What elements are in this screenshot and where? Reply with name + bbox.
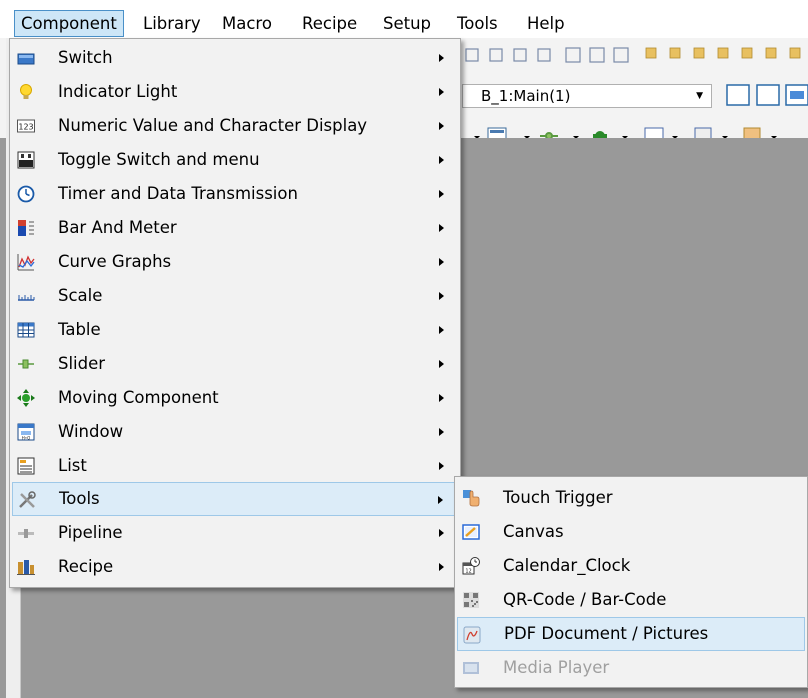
submenu-arrow-icon (439, 563, 444, 571)
touch-hand-icon (463, 490, 480, 507)
numeric-123-icon: 123 (17, 119, 35, 133)
canvas-icon (462, 524, 480, 540)
table-icon (17, 322, 35, 338)
svg-text:H•O: H•O (22, 436, 31, 441)
calendar-clock-icon: 12 (462, 557, 480, 575)
submenu-arrow-icon (439, 122, 444, 130)
menu-item-switch[interactable]: Switch (12, 42, 458, 74)
submenu-arrow-icon (439, 54, 444, 62)
submenu-arrow-icon (439, 462, 444, 470)
media-player-icon (463, 662, 479, 674)
chevron-down-icon[interactable]: ▼ (696, 85, 703, 107)
move-arrows-icon (17, 389, 35, 407)
menu-help[interactable]: Help (521, 10, 571, 37)
slider-icon (18, 359, 34, 369)
submenu-arrow-icon (439, 529, 444, 537)
menu-tools[interactable]: Tools (451, 10, 504, 37)
list-icon (17, 457, 35, 475)
submenu-arrow-icon (439, 190, 444, 198)
menu-item-recipe[interactable]: Recipe (12, 551, 458, 583)
menu-library[interactable]: Library (137, 10, 207, 37)
window-icon: H•O (17, 423, 35, 441)
menu-item-list[interactable]: List (12, 450, 458, 482)
qr-code-icon (463, 592, 479, 608)
menu-component[interactable]: Component (14, 10, 124, 37)
submenu-arrow-icon (438, 496, 443, 504)
menu-item-moving-component[interactable]: Moving Component (12, 382, 458, 414)
submenu-arrow-icon (439, 326, 444, 334)
submenu-item-calendar-clock[interactable]: 12 Calendar_Clock (457, 550, 805, 582)
submenu-arrow-icon (439, 292, 444, 300)
menu-item-table[interactable]: Table (12, 314, 458, 346)
submenu-item-canvas[interactable]: Canvas (457, 516, 805, 548)
switch-icon (17, 53, 35, 65)
curve-graph-icon (17, 254, 35, 271)
pipeline-icon (18, 529, 34, 538)
menu-item-bar-meter[interactable]: Bar And Meter (12, 212, 458, 244)
svg-text:12: 12 (465, 569, 471, 575)
bar-meter-icon (18, 220, 34, 236)
scale-icon (18, 295, 35, 301)
menu-item-numeric-display[interactable]: 123 Numeric Value and Character Display (12, 110, 458, 142)
tools-icon (19, 491, 36, 508)
pdf-document-icon (463, 626, 481, 644)
menu-item-tools[interactable]: Tools (12, 482, 458, 516)
svg-text:123: 123 (18, 123, 33, 132)
menu-recipe[interactable]: Recipe (296, 10, 363, 37)
menu-bar: Component Library Macro Recipe Setup Too… (0, 0, 808, 38)
lightbulb-icon (20, 84, 32, 99)
menu-item-scale[interactable]: Scale (12, 280, 458, 312)
menu-macro[interactable]: Macro (216, 10, 278, 37)
submenu-arrow-icon (439, 258, 444, 266)
toggle-switch-icon (17, 151, 35, 169)
menu-item-timer[interactable]: Timer and Data Transmission (12, 178, 458, 210)
menu-item-window[interactable]: H•O Window (12, 416, 458, 448)
submenu-arrow-icon (439, 88, 444, 96)
recipe-icon (17, 560, 35, 575)
menu-item-indicator-light[interactable]: Indicator Light (12, 76, 458, 108)
menu-item-slider[interactable]: Slider (12, 348, 458, 380)
submenu-item-media-player[interactable]: Media Player (457, 652, 805, 684)
submenu-item-pdf-document[interactable]: PDF Document / Pictures (457, 617, 805, 651)
menu-setup[interactable]: Setup (377, 10, 437, 37)
menu-item-toggle-switch[interactable]: Toggle Switch and menu (12, 144, 458, 176)
tools-submenu: Touch Trigger Canvas 12 Calendar_Clock Q… (454, 476, 808, 688)
page-select-value: B_1:Main(1) (481, 87, 571, 105)
clock-icon (17, 185, 35, 203)
submenu-item-qr-code[interactable]: QR-Code / Bar-Code (457, 584, 805, 616)
page-select-dropdown[interactable]: B_1:Main(1) ▼ (462, 84, 712, 108)
submenu-arrow-icon (439, 394, 444, 402)
submenu-arrow-icon (439, 428, 444, 436)
submenu-arrow-icon (439, 360, 444, 368)
component-menu: Switch Indicator Light 123 Numeric Value… (9, 38, 461, 588)
submenu-item-touch-trigger[interactable]: Touch Trigger (457, 482, 805, 514)
submenu-arrow-icon (439, 156, 444, 164)
menu-item-curve-graphs[interactable]: Curve Graphs (12, 246, 458, 278)
menu-item-pipeline[interactable]: Pipeline (12, 517, 458, 549)
submenu-arrow-icon (439, 224, 444, 232)
